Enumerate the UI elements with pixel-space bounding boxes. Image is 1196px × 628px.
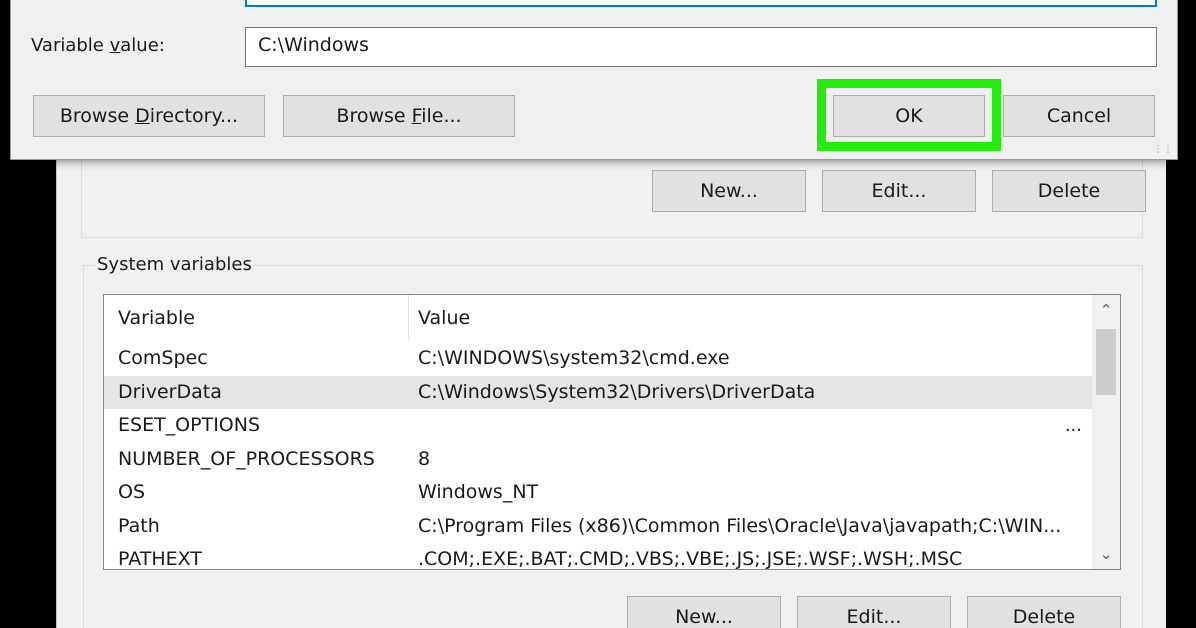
table-row[interactable]: Path C:\Program Files (x86)\Common Files… xyxy=(104,510,1092,544)
row-value: C:\WINDOWS\system32\cmd.exe xyxy=(418,347,730,369)
table-row[interactable]: ComSpec C:\WINDOWS\system32\cmd.exe xyxy=(104,342,1092,376)
row-value: .COM;.EXE;.BAT;.CMD;.VBS;.VBE;.JS;.JSE;.… xyxy=(418,548,963,570)
system-variables-label: System variables xyxy=(95,254,254,275)
variable-value-label: Variable value: xyxy=(31,35,165,56)
vertical-scrollbar[interactable]: ⌃ ⌄ xyxy=(1092,295,1120,569)
table-row-selected[interactable]: DriverData C:\Windows\System32\Drivers\D… xyxy=(104,375,1092,409)
variable-name-field[interactable] xyxy=(245,0,1157,7)
row-variable: Path xyxy=(118,514,160,537)
list-rows: ComSpec C:\WINDOWS\system32\cmd.exe Driv… xyxy=(104,342,1092,570)
row-value: Windows_NT xyxy=(418,481,539,503)
row-value: C:\Windows\System32\Drivers\DriverData xyxy=(418,380,816,403)
table-row[interactable]: ESET_OPTIONS ... xyxy=(104,409,1092,443)
browse-file-button[interactable]: Browse File... xyxy=(283,95,515,137)
system-delete-button[interactable]: Delete xyxy=(967,596,1121,628)
cancel-button[interactable]: Cancel xyxy=(1003,95,1155,137)
row-variable: NUMBER_OF_PROCESSORS xyxy=(118,447,375,470)
user-edit-button[interactable]: Edit... xyxy=(822,170,976,212)
ok-button-highlight xyxy=(817,79,1001,151)
scroll-down-icon[interactable]: ⌄ xyxy=(1092,539,1120,569)
system-edit-button[interactable]: Edit... xyxy=(797,596,951,628)
system-variables-list[interactable]: Variable Value ComSpec C:\WINDOWS\system… xyxy=(103,294,1121,570)
row-variable: DriverData xyxy=(118,380,222,403)
system-new-button[interactable]: New... xyxy=(627,596,781,628)
row-variable: PATHEXT xyxy=(118,548,202,570)
environment-variables-window: New... Edit... Delete System variables V… xyxy=(56,140,1166,628)
browse-directory-button[interactable]: Browse Directory... xyxy=(33,95,265,137)
table-row[interactable]: OS Windows_NT xyxy=(104,476,1092,510)
edit-system-variable-dialog: Variable value: C:\Windows Browse Direct… xyxy=(10,0,1178,160)
row-variable: ComSpec xyxy=(118,347,208,369)
row-value: C:\Program Files (x86)\Common Files\Orac… xyxy=(418,514,1062,537)
scroll-thumb[interactable] xyxy=(1096,329,1116,395)
row-truncation-ellipsis: ... xyxy=(1064,415,1082,436)
user-delete-button[interactable]: Delete xyxy=(992,170,1146,212)
table-row[interactable]: NUMBER_OF_PROCESSORS 8 xyxy=(104,443,1092,477)
column-header-value[interactable]: Value xyxy=(418,307,470,329)
row-variable: ESET_OPTIONS xyxy=(118,414,261,436)
scroll-up-icon[interactable]: ⌃ xyxy=(1092,295,1120,325)
row-value: 8 xyxy=(418,447,431,470)
user-new-button[interactable]: New... xyxy=(652,170,806,212)
table-row[interactable]: PATHEXT .COM;.EXE;.BAT;.CMD;.VBS;.VBE;.J… xyxy=(104,543,1092,570)
resize-grip-icon[interactable]: ⋮⋮ xyxy=(1153,144,1173,155)
list-header: Variable Value xyxy=(104,295,1092,341)
column-header-variable[interactable]: Variable xyxy=(118,307,195,329)
row-variable: OS xyxy=(118,481,146,503)
column-divider[interactable] xyxy=(408,295,409,341)
variable-value-field[interactable]: C:\Windows xyxy=(245,27,1157,67)
